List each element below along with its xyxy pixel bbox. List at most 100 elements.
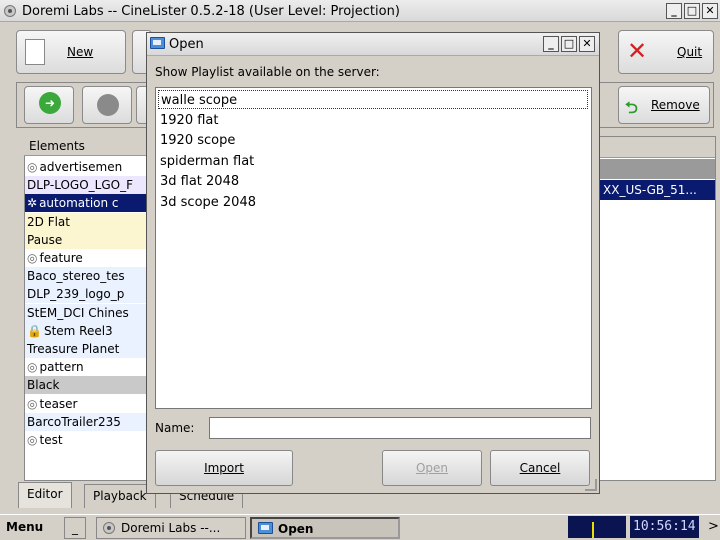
element-list-item[interactable]: Treasure Planet xyxy=(25,340,155,358)
cpu-monitor xyxy=(568,516,626,538)
open-button[interactable]: Open xyxy=(382,450,482,486)
show-desktop-button[interactable]: _ xyxy=(64,517,86,539)
tab-editor[interactable]: Editor xyxy=(18,482,72,508)
new-button[interactable]: New xyxy=(16,30,126,74)
element-list-item[interactable]: ◎ teaser xyxy=(25,394,155,413)
reel-action-button[interactable] xyxy=(82,86,132,124)
element-list-item-label: Baco_stereo_tes xyxy=(27,269,125,284)
task-open-icon xyxy=(258,522,273,534)
task-reel-icon xyxy=(103,522,115,534)
element-list-item-label: Treasure Planet xyxy=(27,342,120,356)
element-list-item[interactable]: ◎ advertisemen xyxy=(25,158,155,176)
minimize-button[interactable]: _ xyxy=(666,3,682,19)
element-list-item-label: teaser xyxy=(39,396,78,411)
elements-column-header[interactable]: Elements xyxy=(24,136,154,156)
remove-button-label: Remove xyxy=(651,98,700,112)
gray-reel-icon xyxy=(97,94,119,116)
green-back-arrow-icon: ⮌ xyxy=(625,98,638,117)
playlist-item[interactable]: 3d scope 2048 xyxy=(158,193,588,212)
quit-button-label: Quit xyxy=(677,45,703,59)
green-arrow-icon: ➜ xyxy=(39,92,61,114)
new-document-icon xyxy=(25,39,45,65)
open-dialog: Open _ □ ✕ Show Playlist available on th… xyxy=(146,32,600,494)
open-dialog-icon xyxy=(150,37,165,49)
dialog-title: Open xyxy=(169,37,204,52)
playlist-item[interactable]: walle scope xyxy=(158,90,588,109)
playlist-item[interactable]: spiderman flat xyxy=(158,152,588,171)
task-open-label: Open xyxy=(278,522,314,536)
playlist-content-header xyxy=(599,137,715,158)
app-reel-icon xyxy=(4,5,16,17)
element-list-item-label: 2D Flat xyxy=(27,214,70,229)
task-doremi-labs[interactable]: Doremi Labs --... xyxy=(96,517,246,539)
playlist-item[interactable]: 1920 scope xyxy=(158,131,588,150)
cancel-button[interactable]: Cancel xyxy=(490,450,590,486)
element-list-item[interactable]: BarcoTrailer235 xyxy=(25,412,155,431)
main-title-bar: Doremi Labs -- CineLister 0.5.2-18 (User… xyxy=(0,0,720,22)
element-list-item[interactable]: Black xyxy=(25,376,155,395)
menu-button[interactable]: Menu xyxy=(2,517,56,539)
element-list-item-label: StEM_DCI Chines xyxy=(27,305,129,320)
playlist-item[interactable]: 1920 flat xyxy=(158,111,588,130)
close-button[interactable]: ✕ xyxy=(702,3,718,19)
element-list-item-label: Stem Reel3 xyxy=(43,323,113,338)
import-button[interactable]: Import xyxy=(155,450,293,486)
new-button-label: New xyxy=(67,45,94,59)
element-list-item-label: advertisemen xyxy=(39,160,123,174)
element-list-item[interactable]: 🔒 Stem Reel3 xyxy=(25,321,155,340)
reel-icon: ◎ xyxy=(27,396,38,411)
element-list-item[interactable]: Baco_stereo_tes xyxy=(25,267,155,286)
playlist-list[interactable]: walle scope 1920 flat 1920 scope spiderman … xyxy=(155,87,592,409)
task-open[interactable]: Open xyxy=(250,517,400,539)
taskbar: Menu _ Doremi Labs --... Open 10:56:14 > xyxy=(0,514,720,540)
element-list-item-label: automation c xyxy=(39,196,119,211)
name-label: Name: xyxy=(155,421,195,435)
cpu-monitor-bar xyxy=(592,522,594,538)
element-list-item[interactable]: DLP-LOGO_LGO_F xyxy=(25,176,155,195)
playlist-item[interactable]: 3d flat 2048 xyxy=(158,172,588,191)
selected-playlist-row[interactable]: XX_US-GB_51... xyxy=(599,180,715,200)
element-list-item[interactable]: ✲ automation c xyxy=(25,194,155,213)
reel-icon: ◎ xyxy=(27,251,38,265)
dialog-close-button[interactable]: ✕ xyxy=(579,36,595,52)
element-list-item[interactable]: ◎ pattern xyxy=(25,358,155,377)
dialog-maximize-button[interactable]: □ xyxy=(561,36,577,52)
element-list-item[interactable]: StEM_DCI Chines xyxy=(25,303,155,322)
dialog-title-bar: Open _ □ ✕ xyxy=(147,33,599,56)
element-list-item-label: feature xyxy=(39,251,83,265)
tab-playback[interactable]: Playback xyxy=(84,484,156,508)
main-window-title: Doremi Labs -- CineLister 0.5.2-18 (User… xyxy=(22,4,400,19)
quit-button[interactable]: ✕ Quit xyxy=(618,30,714,74)
element-list-item[interactable]: ◎ feature xyxy=(25,249,155,267)
remove-button[interactable]: ⮌ Remove xyxy=(618,86,710,124)
element-list-item-label: Pause xyxy=(27,232,63,247)
reel-icon: ◎ xyxy=(27,160,38,174)
name-input[interactable] xyxy=(209,417,591,439)
quit-x-icon: ✕ xyxy=(627,37,648,65)
element-list-item-label: DLP-LOGO_LGO_F xyxy=(27,178,134,193)
clock: 10:56:14 xyxy=(630,516,699,538)
gear-icon: ✲ xyxy=(27,196,38,211)
playlist-content-row-gray[interactable] xyxy=(599,159,715,179)
element-list-item-label: BarcoTrailer235 xyxy=(27,414,121,429)
element-list-item-label: test xyxy=(39,433,63,447)
element-list-item-label: Black xyxy=(27,378,60,393)
task-doremi-labs-label: Doremi Labs --... xyxy=(121,521,221,535)
dialog-minimize-button[interactable]: _ xyxy=(543,36,559,52)
element-list-item-label: DLP_239_logo_p xyxy=(27,287,125,302)
resize-grip-icon[interactable] xyxy=(585,479,597,491)
element-list-item[interactable]: ◎ test xyxy=(25,431,155,449)
reel-icon: ◎ xyxy=(27,360,38,375)
dialog-window-controls: _ □ ✕ xyxy=(543,36,595,52)
main-window-controls: _ □ ✕ xyxy=(666,3,718,19)
taskbar-overflow[interactable]: > xyxy=(708,519,719,534)
maximize-button[interactable]: □ xyxy=(684,3,700,19)
lock-icon: 🔒 xyxy=(27,323,42,338)
element-list-item[interactable]: Pause xyxy=(25,230,155,249)
reel-icon: ◎ xyxy=(27,433,38,447)
add-element-button[interactable]: ➜ xyxy=(24,86,74,124)
element-list-item-label: pattern xyxy=(39,360,84,375)
element-list-item[interactable]: 2D Flat xyxy=(25,212,155,231)
playlist-prompt: Show Playlist available on the server: xyxy=(155,65,380,79)
element-list-item[interactable]: DLP_239_logo_p xyxy=(25,285,155,304)
